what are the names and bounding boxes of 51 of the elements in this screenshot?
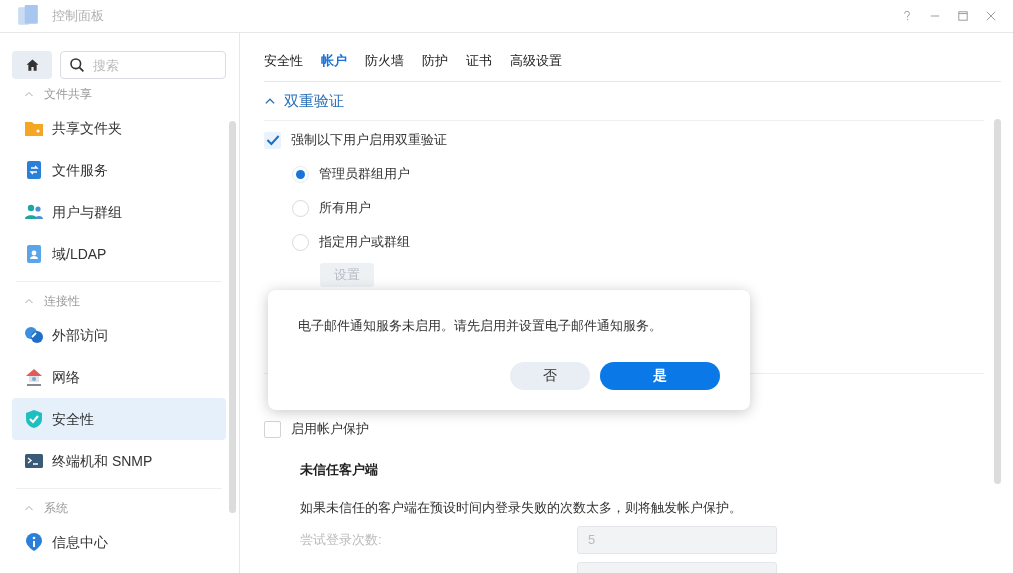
tab[interactable]: 防护 <box>422 50 448 70</box>
chevron-up-icon <box>24 89 34 99</box>
shield-check-icon <box>24 409 44 429</box>
sidebar-item[interactable]: 信息中心 <box>12 521 226 563</box>
checkbox-label: 强制以下用户启用双重验证 <box>291 131 447 150</box>
checkbox[interactable] <box>264 131 281 149</box>
file-transfer-icon <box>24 160 44 180</box>
section-header[interactable]: 双重验证 <box>264 82 984 121</box>
radio-label: 指定用户或群组 <box>319 233 410 252</box>
dialog-message: 电子邮件通知服务未启用。请先启用并设置电子邮件通知服务。 <box>298 317 663 335</box>
checkbox[interactable] <box>264 420 281 438</box>
scrollbar[interactable] <box>994 119 1001 484</box>
scrollbar[interactable] <box>229 121 236 513</box>
maximize-icon <box>957 10 969 22</box>
info-pin-icon <box>24 532 44 552</box>
radio-label: 管理员群组用户 <box>319 165 410 184</box>
directory-icon <box>24 244 44 264</box>
chevron-up-icon <box>24 296 34 306</box>
home-button[interactable] <box>12 51 52 79</box>
help-icon <box>901 10 913 22</box>
chevron-up-icon <box>24 503 34 513</box>
sidebar-item[interactable]: 安全性 <box>12 398 226 440</box>
window-title: 控制面板 <box>52 7 104 26</box>
link-icon <box>24 325 44 345</box>
tab[interactable]: 高级设置 <box>510 50 562 70</box>
cancel-button[interactable]: 否 <box>510 361 590 390</box>
tab[interactable]: 帐户 <box>321 50 347 70</box>
field-label: 尝试登录次数: <box>300 530 383 549</box>
sidebar-item[interactable]: 共享文件夹 <box>12 107 226 149</box>
sidebar-item[interactable]: 网络 <box>12 356 226 398</box>
sidebar-item[interactable]: 域/LDAP <box>12 233 226 275</box>
search-icon <box>69 57 85 73</box>
tab[interactable]: 证书 <box>466 50 492 70</box>
subheading: 未信任客户端 <box>299 461 379 479</box>
tab[interactable]: 防火墙 <box>365 50 404 70</box>
app-icon <box>16 4 40 28</box>
house-network-icon <box>24 367 44 387</box>
sidebar-item[interactable]: 文件服务 <box>12 149 226 191</box>
radio-label: 所有用户 <box>319 199 371 218</box>
checkbox-label: 启用帐户保护 <box>291 420 369 439</box>
home-icon <box>24 57 40 73</box>
terminal-icon <box>24 451 44 471</box>
tab[interactable]: 安全性 <box>264 50 303 70</box>
description: 如果未信任的客户端在预设时间内登录失败的次数太多，则将触发帐户保护。 <box>299 499 743 517</box>
confirm-button[interactable]: 是 <box>600 361 720 390</box>
sidebar-item[interactable]: 终端机和 SNMP <box>12 440 226 482</box>
sidebar-item[interactable]: 外部访问 <box>12 314 226 356</box>
close-icon <box>985 10 997 22</box>
sidebar-item[interactable]: 用户与群组 <box>12 191 226 233</box>
users-icon <box>24 202 44 222</box>
search-field[interactable]: 搜索 <box>60 51 226 79</box>
